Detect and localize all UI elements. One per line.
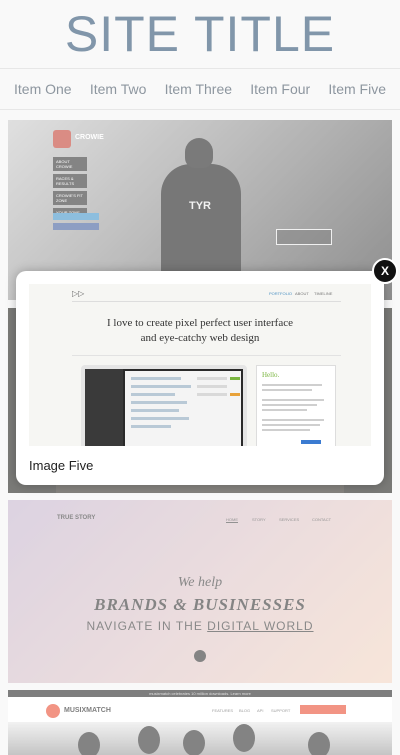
preview-divider [72,301,341,302]
preview-nav-portfolio: PORTFOLIO [269,291,293,296]
preview-laptop [81,365,247,446]
preview-logo-icon: ▷▷ [72,289,85,298]
preview-nav-about: ABOUT [295,291,309,296]
preview-divider-2 [72,355,341,356]
preview-headline-line2: and eye-catchy web design [140,332,260,344]
preview-hello: Hello. [262,371,280,379]
lightbox-image: ▷▷ PORTFOLIO ABOUT TIMELINE I love to cr… [29,284,371,446]
preview-nav-timeline: TIMELINE [314,291,333,296]
lightbox-close-button[interactable]: X [372,258,398,284]
preview-headline-line1: I love to create pixel perfect user inte… [107,317,293,329]
lightbox-modal: ▷▷ PORTFOLIO ABOUT TIMELINE I love to cr… [16,271,384,485]
preview-button [301,440,321,444]
lightbox-caption: Image Five [29,458,94,473]
preview-headline: I love to create pixel perfect user inte… [29,316,371,346]
